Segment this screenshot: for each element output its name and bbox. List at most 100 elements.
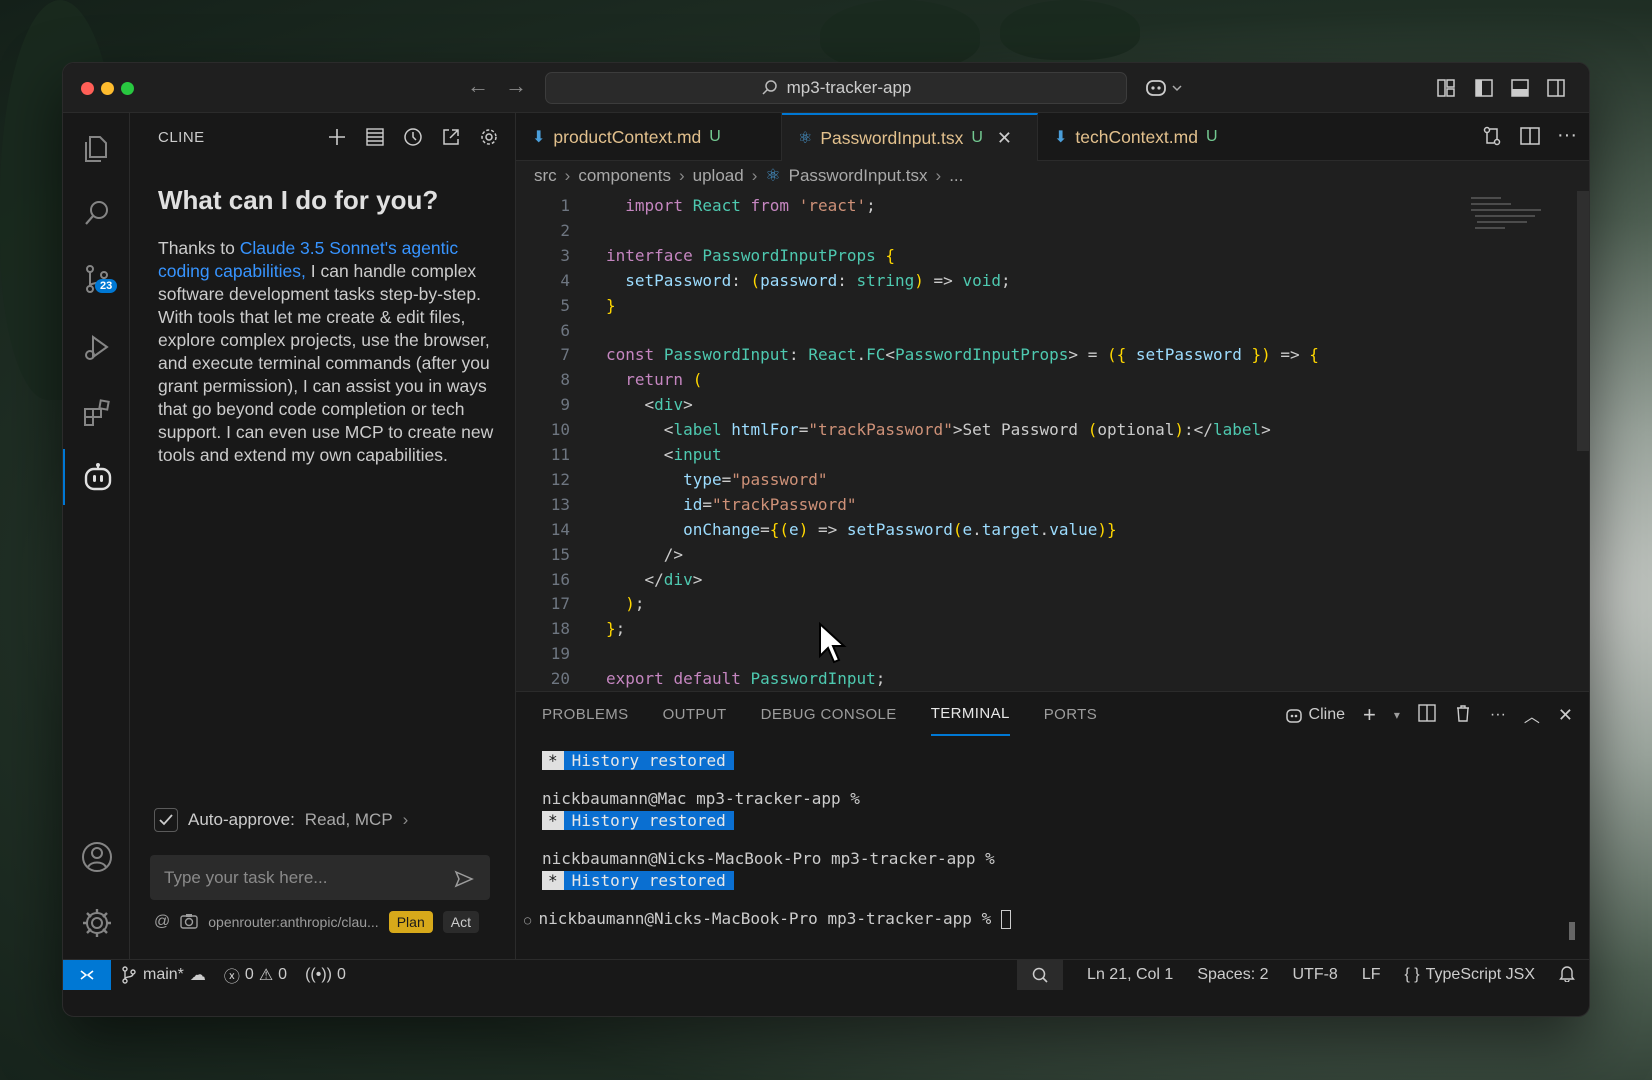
code-line[interactable]: 5} bbox=[516, 293, 1589, 318]
more-actions-icon[interactable]: ··· bbox=[1490, 706, 1506, 724]
code-line[interactable]: 6 bbox=[516, 318, 1589, 343]
new-terminal-plus-icon[interactable]: + bbox=[1363, 702, 1376, 728]
plan-mode-button[interactable]: Plan bbox=[388, 911, 433, 933]
status-bar: main* ☁ ⓧ 0 ⚠ 0 ((•)) 0 Ln 21, Col 1 Spaces… bbox=[63, 959, 1589, 990]
indentation[interactable]: Spaces: 2 bbox=[1197, 966, 1268, 984]
tab-debug-console[interactable]: DEBUG CONSOLE bbox=[761, 692, 897, 736]
code-line[interactable]: 10 <label htmlFor="trackPassword">Set Pa… bbox=[516, 417, 1589, 442]
cline-icon[interactable] bbox=[63, 449, 130, 505]
encoding[interactable]: UTF-8 bbox=[1292, 966, 1337, 984]
close-window-button[interactable] bbox=[81, 82, 94, 95]
open-changes-icon[interactable] bbox=[1481, 125, 1503, 152]
breadcrumb-item[interactable]: upload bbox=[693, 166, 744, 186]
toggle-panel-icon[interactable] bbox=[1507, 75, 1533, 101]
code-line[interactable]: 11 <input bbox=[516, 442, 1589, 467]
trash-icon[interactable] bbox=[1454, 704, 1472, 727]
code-line[interactable]: 2 bbox=[516, 218, 1589, 243]
maximize-panel-icon[interactable]: ︿ bbox=[1524, 703, 1540, 727]
forward-arrow-icon[interactable]: → bbox=[505, 73, 527, 99]
code-line[interactable]: 13 id="trackPassword" bbox=[516, 492, 1589, 517]
line-ending[interactable]: LF bbox=[1362, 966, 1381, 984]
code-line[interactable]: 3 interface PasswordInputProps { bbox=[516, 243, 1589, 268]
problems-indicator[interactable]: ⓧ 0 ⚠ 0 bbox=[224, 963, 287, 987]
task-input[interactable] bbox=[150, 855, 490, 900]
tab-label: techContext.md bbox=[1075, 126, 1198, 147]
maximize-window-button[interactable] bbox=[121, 82, 134, 95]
remote-indicator-icon[interactable] bbox=[63, 960, 111, 990]
copilot-icon[interactable] bbox=[1143, 75, 1187, 101]
toggle-secondary-sidebar-icon[interactable] bbox=[1543, 75, 1569, 101]
act-mode-button[interactable]: Act bbox=[442, 911, 479, 933]
ports-indicator[interactable]: ((•)) 0 bbox=[305, 966, 346, 984]
explorer-icon[interactable] bbox=[63, 121, 130, 177]
code-line[interactable]: 1 import React from 'react'; bbox=[516, 193, 1589, 218]
new-task-plus-icon[interactable] bbox=[325, 125, 349, 149]
extensions-icon[interactable] bbox=[63, 385, 130, 441]
customize-layout-icon[interactable] bbox=[1433, 75, 1459, 101]
breadcrumb-item[interactable]: ... bbox=[949, 166, 963, 186]
tab-tech-context[interactable]: ⬇ techContext.md U bbox=[1038, 113, 1258, 161]
bell-icon[interactable] bbox=[1559, 964, 1575, 987]
tab-problems[interactable]: PROBLEMS bbox=[542, 692, 629, 736]
back-arrow-icon[interactable]: ← bbox=[467, 73, 489, 99]
run-debug-icon[interactable] bbox=[63, 319, 130, 375]
camera-icon[interactable] bbox=[180, 913, 198, 932]
tab-ports[interactable]: PORTS bbox=[1044, 692, 1097, 736]
toggle-sidebar-icon[interactable] bbox=[1471, 75, 1497, 101]
code-line[interactable]: 9 <div> bbox=[516, 392, 1589, 417]
breadcrumb-item[interactable]: src bbox=[534, 166, 557, 186]
manage-gear-icon[interactable] bbox=[63, 895, 130, 951]
code-editor[interactable]: 1 import React from 'react'; 2 3 interface … bbox=[516, 191, 1589, 691]
close-panel-icon[interactable]: ✕ bbox=[1558, 705, 1573, 726]
sync-cloud-icon[interactable]: ☁ bbox=[190, 965, 206, 985]
command-center[interactable]: mp3-tracker-app bbox=[545, 72, 1127, 104]
tab-password-input[interactable]: ⚛ PasswordInput.tsx U ✕ bbox=[782, 113, 1038, 161]
code-line[interactable]: 20 export default PasswordInput; bbox=[516, 666, 1589, 691]
mcp-servers-icon[interactable] bbox=[363, 125, 387, 149]
code-line[interactable]: 18}; bbox=[516, 616, 1589, 641]
terminal-selector[interactable]: Cline bbox=[1285, 706, 1345, 724]
history-text: History restored bbox=[571, 811, 726, 830]
minimap[interactable] bbox=[1471, 191, 1551, 251]
terminal-scrollbar[interactable] bbox=[1569, 922, 1575, 940]
language-mode[interactable]: { } TypeScript JSX bbox=[1404, 966, 1535, 984]
code-line[interactable]: 4 setPassword: (password: string) => voi… bbox=[516, 268, 1589, 293]
auto-approve-checkbox[interactable] bbox=[154, 808, 178, 832]
popout-icon[interactable] bbox=[439, 125, 463, 149]
auto-approve-toggle[interactable]: Auto-approve: Read, MCP › bbox=[154, 808, 408, 832]
settings-gear-icon[interactable] bbox=[477, 125, 501, 149]
source-control-icon[interactable]: 23 bbox=[63, 251, 130, 307]
minimize-window-button[interactable] bbox=[101, 82, 114, 95]
tab-terminal[interactable]: TERMINAL bbox=[930, 692, 1010, 736]
code-line[interactable]: 12 type="password" bbox=[516, 467, 1589, 492]
code-line[interactable]: 16 </div> bbox=[516, 567, 1589, 592]
code-line[interactable]: 7 const PasswordInput: React.FC<PasswordI… bbox=[516, 342, 1589, 367]
more-actions-icon[interactable]: ··· bbox=[1557, 125, 1577, 152]
code-text: <label htmlFor="trackPassword">Set Passw… bbox=[606, 420, 1271, 440]
code-line[interactable]: 19 bbox=[516, 641, 1589, 666]
history-icon[interactable] bbox=[401, 125, 425, 149]
code-text: } bbox=[606, 295, 616, 315]
cursor-position[interactable]: Ln 21, Col 1 bbox=[1087, 966, 1173, 984]
code-line[interactable]: 14 onChange={(e) => setPassword(e.target… bbox=[516, 517, 1589, 542]
chevron-down-icon[interactable]: ▾ bbox=[1394, 708, 1400, 722]
breadcrumb-item[interactable]: components bbox=[578, 166, 671, 186]
code-line[interactable]: 15 /> bbox=[516, 542, 1589, 567]
split-terminal-icon[interactable] bbox=[1418, 703, 1436, 727]
minimap-line bbox=[1475, 227, 1505, 229]
tab-product-context[interactable]: ⬇ productContext.md U bbox=[516, 113, 782, 161]
branch-indicator[interactable]: main* ☁ bbox=[121, 965, 206, 985]
close-tab-icon[interactable]: ✕ bbox=[997, 128, 1012, 149]
search-icon[interactable] bbox=[63, 185, 130, 241]
zoom-icon[interactable] bbox=[1017, 960, 1064, 990]
account-icon[interactable] bbox=[63, 829, 130, 885]
mention-at-icon[interactable]: @ bbox=[154, 913, 170, 931]
split-editor-icon[interactable] bbox=[1519, 125, 1541, 152]
editor-scrollbar[interactable] bbox=[1577, 191, 1589, 451]
code-line[interactable]: 17 ); bbox=[516, 591, 1589, 616]
breadcrumb-item[interactable]: PasswordInput.tsx bbox=[789, 166, 928, 186]
tab-output[interactable]: OUTPUT bbox=[663, 692, 727, 736]
model-selector[interactable]: openrouter:anthropic/clau... bbox=[208, 914, 378, 930]
send-icon[interactable] bbox=[452, 867, 476, 891]
code-line[interactable]: 8 return ( bbox=[516, 367, 1589, 392]
